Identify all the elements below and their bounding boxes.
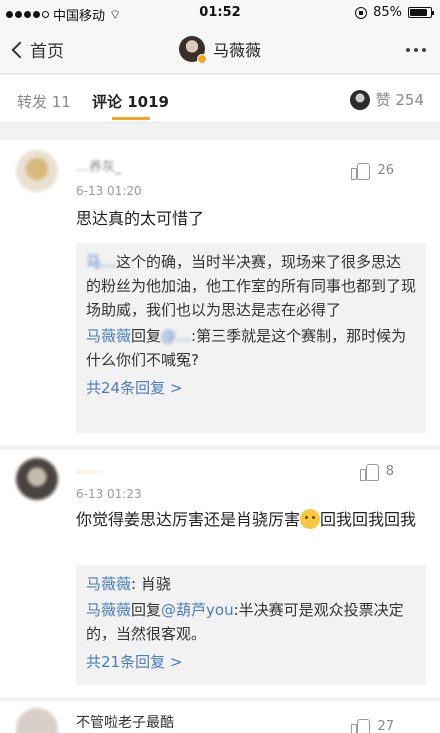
comment-text-part: 回我回我回我 xyxy=(320,510,417,529)
reply-author[interactable]: 马… xyxy=(86,253,116,271)
reply-mention[interactable]: @… xyxy=(161,327,191,345)
commenter-avatar[interactable] xyxy=(16,150,58,192)
status-right: 85% xyxy=(355,5,434,20)
reply-text: 这个的确，当时半决赛，现场来了很多思达的粉丝为他加油，他工作室的所有同事也都到了… xyxy=(86,253,417,319)
reply-item[interactable]: 马薇薇回复@葫芦you:半决赛可是观众投票决定的，当然很客观。 xyxy=(86,598,416,646)
status-bar: 中国移动 ⌔ 01:52 85% xyxy=(0,0,440,26)
more-options-button[interactable] xyxy=(406,48,426,52)
reply-author[interactable]: 马薇薇 xyxy=(86,327,131,345)
tab-bar: 转发 11 评论 1019 赞 254 xyxy=(0,75,440,123)
page-title: 马薇薇 xyxy=(212,41,261,60)
like-count: 8 xyxy=(385,463,394,479)
rotation-lock-icon xyxy=(355,6,368,19)
reply-item[interactable]: 马薇薇: 肖骁 xyxy=(86,572,416,596)
comment-time: 6-13 01:20 xyxy=(76,184,142,198)
like-button[interactable]: 27 xyxy=(351,718,394,733)
like-count: 26 xyxy=(377,162,394,178)
thumbs-up-icon xyxy=(351,718,371,733)
more-dot-icon xyxy=(406,48,410,52)
commenter-name[interactable]: …… xyxy=(76,462,102,477)
comment-item: 不管啦老子最酷 27 xyxy=(0,702,440,733)
view-more-replies-link[interactable]: 共21条回复 > xyxy=(86,650,416,674)
verified-badge-icon xyxy=(196,54,207,64)
comment-time: 6-13 01:23 xyxy=(76,487,142,501)
view-more-replies-link[interactable]: 共24条回复 > xyxy=(86,376,416,400)
nav-bar: 首页 马薇薇 xyxy=(0,26,440,74)
comment-item: …… 6-13 01:23 8 你觉得姜思达厉害还是肖骁厉害 回我回我回我 马薇薇… xyxy=(0,450,440,697)
battery-icon xyxy=(408,7,434,18)
reply-box: 马薇薇: 肖骁 马薇薇回复@葫芦you:半决赛可是观众投票决定的，当然很客观。 … xyxy=(76,565,426,685)
more-dot-icon xyxy=(414,48,418,52)
reply-box: 马…这个的确，当时半决赛，现场来了很多思达的粉丝为他加油，他工作室的所有同事也都… xyxy=(76,243,426,433)
battery-percent: 85% xyxy=(373,5,402,20)
tab-like[interactable]: 赞 254 xyxy=(349,89,424,110)
liker-avatar xyxy=(349,89,370,110)
reply-text: : 肖骁 xyxy=(131,575,171,593)
reply-author[interactable]: 马薇薇 xyxy=(86,575,131,593)
reply-mid: 回复 xyxy=(131,327,162,345)
reply-item[interactable]: 马薇薇回复@…:第三季就是这个赛制，那时候为什么你们不喊冤? xyxy=(86,324,416,372)
doge-emoji-icon xyxy=(300,509,321,529)
active-tab-indicator xyxy=(112,117,150,120)
comment-item: …养灰_ 6-13 01:20 26 思达真的太可惜了 马…这个的确，当时半决赛… xyxy=(0,140,440,445)
commenter-avatar[interactable] xyxy=(16,458,58,500)
reply-author[interactable]: 马薇薇 xyxy=(86,601,131,619)
reply-mention[interactable]: @葫芦you xyxy=(161,601,234,619)
more-dot-icon xyxy=(422,48,426,52)
nav-title[interactable]: 马薇薇 xyxy=(0,36,440,64)
like-count: 27 xyxy=(377,718,394,733)
like-button[interactable]: 8 xyxy=(359,463,394,481)
avatar xyxy=(178,36,207,64)
like-button[interactable]: 26 xyxy=(351,162,394,180)
comment-text-part: 你觉得姜思达厉害还是肖骁厉害 xyxy=(76,510,301,529)
commenter-name[interactable]: …养灰_ xyxy=(76,156,122,175)
comment-text: 你觉得姜思达厉害还是肖骁厉害 回我回我回我 xyxy=(76,506,422,533)
tab-comment[interactable]: 评论 1019 xyxy=(92,91,169,112)
reply-item[interactable]: 马…这个的确，当时半决赛，现场来了很多思达的粉丝为他加油，他工作室的所有同事也都… xyxy=(86,250,416,322)
thumbs-up-icon xyxy=(351,162,371,180)
tab-like-label: 赞 254 xyxy=(375,91,424,109)
tab-repost[interactable]: 转发 11 xyxy=(17,91,71,112)
commenter-avatar[interactable] xyxy=(16,708,58,733)
reply-mid: 回复 xyxy=(131,601,162,619)
thumbs-up-icon xyxy=(359,463,379,481)
comment-text: 思达真的太可惜了 xyxy=(76,209,205,228)
commenter-name[interactable]: 不管啦老子最酷 xyxy=(76,712,174,732)
